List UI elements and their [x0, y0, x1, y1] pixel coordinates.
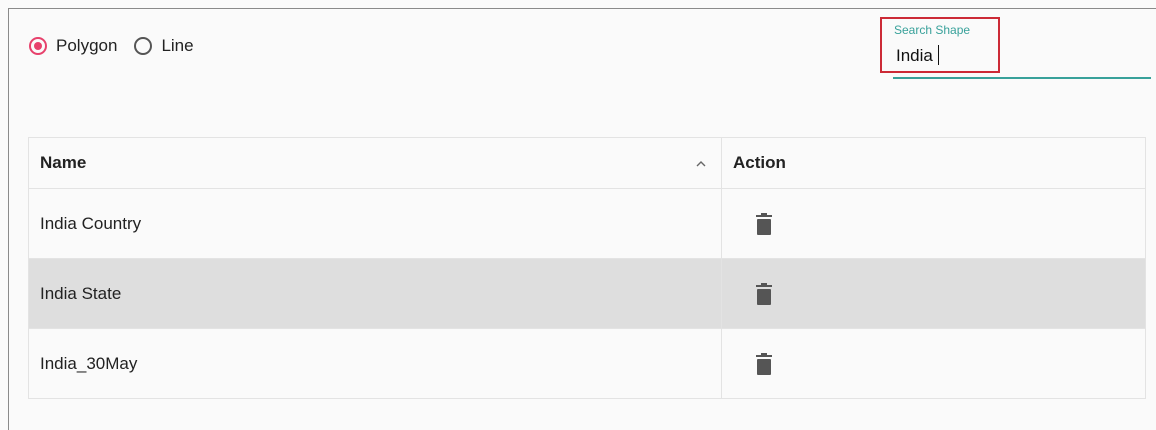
row-name-cell: India Country	[29, 189, 722, 258]
text-caret	[938, 45, 939, 65]
row-action-cell	[722, 329, 1145, 398]
shape-panel: Polygon Line Search Shape Name Action	[8, 8, 1156, 430]
row-name-cell: India State	[29, 259, 722, 328]
table-row[interactable]: India_30May	[29, 328, 1145, 398]
search-shape-input[interactable]	[896, 44, 986, 68]
table-header: Name Action	[29, 138, 1145, 188]
table-row[interactable]: India State	[29, 258, 1145, 328]
search-shape-label: Search Shape	[894, 23, 971, 37]
radio-polygon-label[interactable]: Polygon	[56, 36, 117, 56]
search-shape-field[interactable]: Search Shape	[880, 17, 1000, 73]
row-action-cell	[722, 259, 1145, 328]
radio-unchecked-icon[interactable]	[134, 37, 153, 55]
row-name-cell: India_30May	[29, 329, 722, 398]
trash-icon[interactable]	[756, 212, 772, 235]
trash-icon[interactable]	[756, 352, 772, 375]
search-underline	[893, 77, 1151, 79]
row-name: India Country	[40, 213, 142, 233]
row-name: India_30May	[40, 353, 138, 373]
radio-polygon[interactable]: Polygon	[29, 36, 117, 56]
shapes-table: Name Action India Country India State In…	[28, 137, 1146, 399]
action-column-label: Action	[733, 153, 786, 172]
radio-line[interactable]: Line	[134, 36, 194, 56]
sort-ascending-icon[interactable]	[695, 158, 707, 170]
trash-icon[interactable]	[756, 282, 772, 305]
shape-type-radio-group: Polygon Line	[29, 36, 211, 56]
radio-checked-icon[interactable]	[29, 37, 47, 55]
radio-line-label[interactable]: Line	[161, 36, 193, 56]
radio-dot-icon	[34, 42, 42, 50]
row-name: India State	[40, 283, 122, 303]
action-column-header: Action	[722, 138, 1145, 188]
table-row[interactable]: India Country	[29, 188, 1145, 258]
row-action-cell	[722, 189, 1145, 258]
name-column-label: Name	[40, 153, 87, 172]
name-column-header[interactable]: Name	[29, 138, 722, 188]
